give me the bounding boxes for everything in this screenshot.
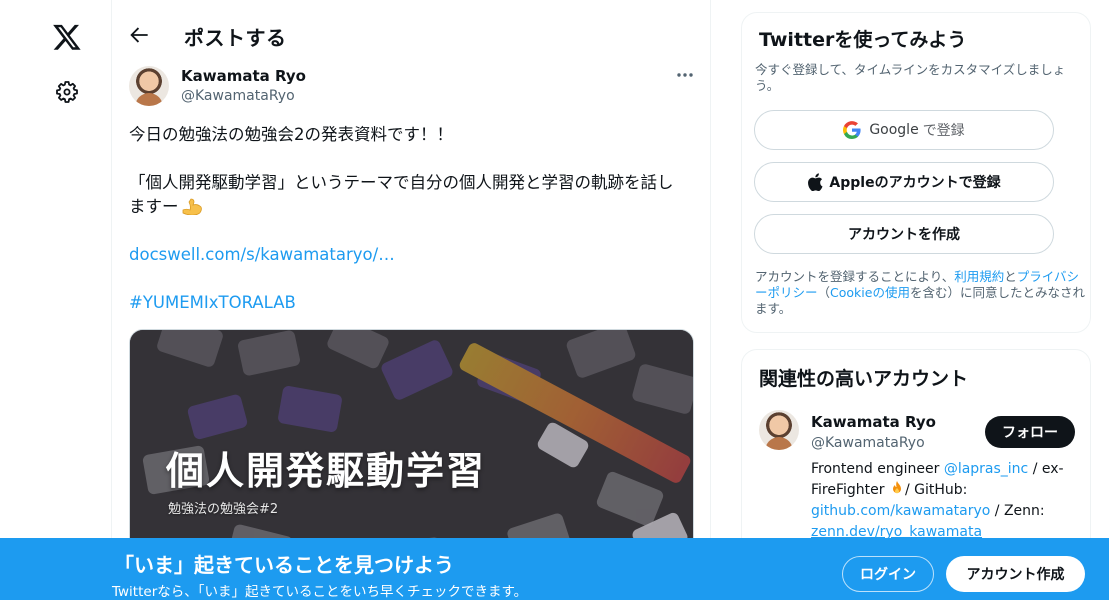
google-signup-suffix: で登録 bbox=[922, 123, 965, 139]
main-column: ポストする Kawamata Ryo @KawamataRyo 今日の勉強法の勉… bbox=[111, 0, 711, 600]
flexed-biceps-icon bbox=[182, 198, 202, 215]
signup-banner: 「いま」起きていることを見つけよう Twitterなら、「いま」起きていることを… bbox=[0, 538, 1109, 600]
signup-card: Twitterを使ってみよう 今すぐ登録して、タイムラインをカスタマイズしましょ… bbox=[741, 12, 1091, 333]
follow-button[interactable]: フォロー bbox=[985, 416, 1075, 448]
author-handle[interactable]: @KawamataRyo bbox=[181, 88, 295, 104]
cookie-link[interactable]: Cookieの使用 bbox=[830, 285, 910, 300]
bio-text: / GitHub: bbox=[904, 482, 968, 498]
tweet-text-fragment: ますー bbox=[129, 197, 179, 216]
signup-title: Twitterを使ってみよう bbox=[759, 29, 967, 51]
bio-text: / Zenn: bbox=[990, 503, 1045, 519]
login-button[interactable]: ログイン bbox=[842, 556, 934, 592]
tweet-hashtag[interactable]: #YUMEMIxTORALAB bbox=[129, 291, 699, 315]
left-nav bbox=[0, 0, 111, 600]
author-avatar[interactable] bbox=[129, 66, 169, 106]
media-subtitle: 勉強法の勉強会#2 bbox=[168, 502, 279, 517]
banner-subtitle: Twitterなら、「いま」起きていることをいち早くチェックできます。 bbox=[112, 584, 528, 600]
google-icon bbox=[843, 121, 861, 139]
related-title: 関連性の高いアカウント bbox=[759, 368, 969, 390]
tweet-text-line: 今日の勉強法の勉強会2の発表資料です！！ bbox=[129, 125, 453, 144]
related-account-name[interactable]: Kawamata Ryo bbox=[811, 413, 936, 431]
legal-text: （ bbox=[817, 285, 831, 300]
x-logo-icon[interactable] bbox=[52, 22, 82, 52]
create-account-button[interactable]: アカウントを作成 bbox=[754, 214, 1054, 254]
legal-notice: アカウントを登録することにより、利用規約とプライバシーポリシー（Cookieの使… bbox=[755, 269, 1085, 317]
tweet-text-line: ますー bbox=[129, 195, 699, 219]
fire-icon bbox=[892, 481, 901, 494]
signup-button[interactable]: アカウント作成 bbox=[946, 556, 1085, 592]
tweet-link[interactable]: docswell.com/s/kawamataryo/… bbox=[129, 243, 699, 267]
more-options-icon[interactable] bbox=[674, 66, 696, 84]
legal-text: アカウントを登録することにより、 bbox=[755, 269, 955, 284]
apple-signup-button[interactable]: Appleのアカウントで登録 bbox=[754, 162, 1054, 202]
signup-subtitle: 今すぐ登録して、タイムラインをカスタマイズしましょう。 bbox=[755, 62, 1066, 93]
apple-icon bbox=[808, 173, 823, 191]
related-account-handle[interactable]: @KawamataRyo bbox=[811, 435, 925, 451]
google-signup-label: Google bbox=[869, 122, 919, 138]
bio-mention-link[interactable]: @lapras_inc bbox=[944, 461, 1028, 477]
tweet-text-line: 「個人開発駆動学習」というテーマで自分の個人開発と学習の軌跡を話し bbox=[129, 173, 674, 192]
media-title: 個人開発駆動学習 bbox=[166, 449, 487, 493]
bio-text: Frontend engineer bbox=[811, 461, 944, 477]
avatar[interactable] bbox=[759, 410, 799, 450]
terms-link[interactable]: 利用規約 bbox=[954, 269, 1004, 284]
create-account-label: アカウントを作成 bbox=[848, 227, 960, 243]
page-title: ポストする bbox=[184, 26, 287, 50]
google-signup-button[interactable]: Google で登録 bbox=[754, 110, 1054, 150]
banner-title: 「いま」起きていることを見つけよう bbox=[114, 553, 454, 577]
bio-github-link[interactable]: github.com/kawamataryo bbox=[811, 503, 990, 519]
legal-text: と bbox=[1004, 269, 1017, 284]
post-header: ポストする bbox=[112, 0, 710, 53]
apple-signup-label: Appleのアカウントで登録 bbox=[829, 175, 1001, 191]
arrow-left-icon[interactable] bbox=[126, 22, 152, 48]
gear-icon[interactable] bbox=[55, 80, 79, 104]
author-name[interactable]: Kawamata Ryo bbox=[181, 67, 306, 85]
related-account-bio: Frontend engineer @lapras_inc / ex-FireF… bbox=[811, 459, 1081, 543]
